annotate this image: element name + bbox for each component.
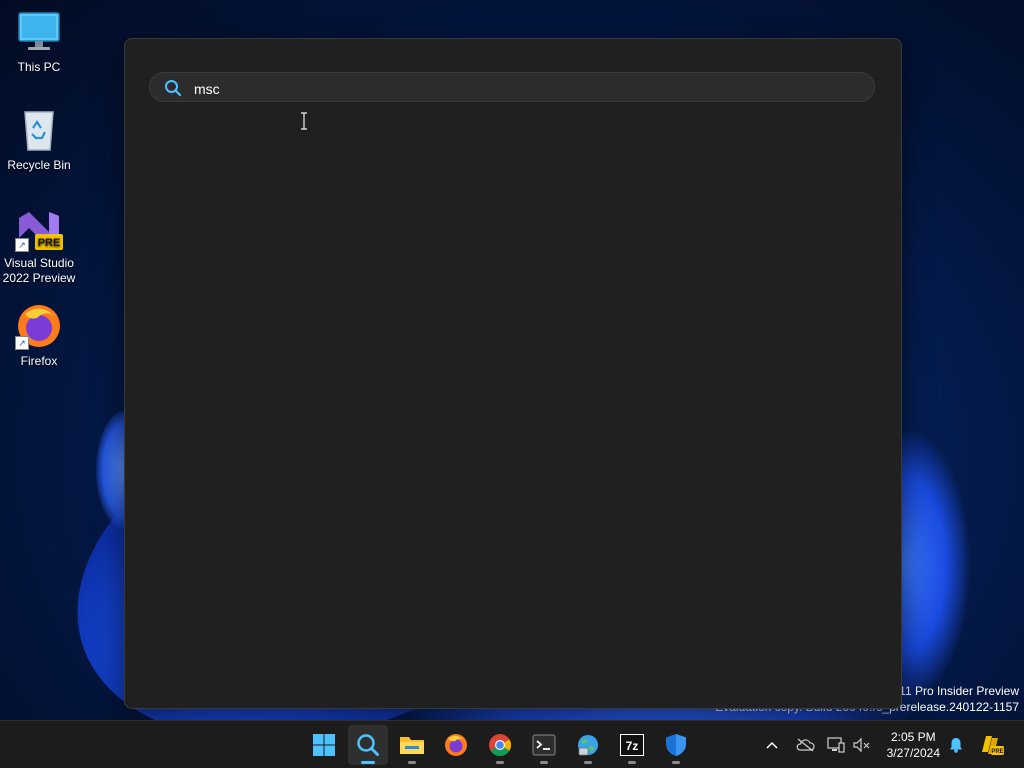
running-indicator <box>672 761 680 764</box>
chrome-icon <box>489 734 511 756</box>
clock[interactable]: 2:05 PM 3/27/2024 <box>887 729 940 761</box>
svg-text:7z: 7z <box>626 739 639 753</box>
taskbar-defender[interactable] <box>656 725 696 765</box>
taskbar-file-explorer[interactable] <box>392 725 432 765</box>
desktop-icon-this-pc[interactable]: This PC <box>0 8 78 75</box>
7zip-icon: 7z <box>620 734 644 756</box>
running-indicator <box>540 761 548 764</box>
svg-text:PRE: PRE <box>38 237 61 249</box>
running-indicator <box>628 761 636 764</box>
running-indicator <box>584 761 592 764</box>
taskbar: 7z 2:05 PM 3/27/2024 PRE <box>0 720 1024 768</box>
taskbar-7zip[interactable]: 7z <box>612 725 652 765</box>
start-button[interactable] <box>304 725 344 765</box>
search-icon <box>164 79 182 97</box>
windows-logo-icon <box>313 734 335 756</box>
notification-button[interactable] <box>946 721 966 768</box>
desktop-icon-label: Firefox <box>20 354 58 368</box>
search-panel <box>124 38 902 709</box>
active-indicator <box>361 761 375 764</box>
search-icon <box>357 734 379 756</box>
globe-icon <box>578 735 598 756</box>
network-icon <box>827 737 845 753</box>
firefox-icon: ↗ <box>15 302 63 350</box>
desktop-icon-label: This PC <box>17 60 61 74</box>
recycle-bin-icon <box>15 106 63 154</box>
text-cursor-icon <box>299 112 309 130</box>
cloud-offline-icon <box>796 738 815 752</box>
desktop-icon-firefox[interactable]: ↗ Firefox <box>0 302 78 369</box>
taskbar-firefox[interactable] <box>436 725 476 765</box>
visual-studio-icon: PRE ↗ <box>15 204 63 252</box>
shield-icon <box>666 734 686 756</box>
taskbar-network-app[interactable] <box>568 725 608 765</box>
shortcut-arrow-icon: ↗ <box>15 336 29 350</box>
taskbar-chrome[interactable] <box>480 725 520 765</box>
desktop-icon-label: Recycle Bin <box>7 158 71 172</box>
tray-overflow-button[interactable] <box>760 721 784 768</box>
search-input[interactable] <box>192 78 856 100</box>
folder-icon <box>400 737 424 754</box>
speaker-muted-icon <box>853 737 870 753</box>
tray-onedrive-button[interactable] <box>792 721 818 768</box>
taskbar-terminal[interactable] <box>524 725 564 765</box>
shortcut-arrow-icon: ↗ <box>15 238 29 252</box>
tray-network-button[interactable] <box>824 721 848 768</box>
running-indicator <box>408 761 416 764</box>
svg-text:PRE: PRE <box>991 749 1003 755</box>
copilot-icon: PRE <box>982 736 1004 755</box>
desktop-icon-label: Visual Studio 2022 Preview <box>2 256 76 285</box>
tray-volume-button[interactable] <box>850 721 874 768</box>
terminal-icon <box>532 734 556 756</box>
clock-date: 3/27/2024 <box>886 746 940 760</box>
bell-icon <box>950 738 962 753</box>
running-indicator <box>496 761 504 764</box>
firefox-icon <box>445 734 467 756</box>
copilot-button[interactable]: PRE <box>978 721 1006 768</box>
monitor-icon <box>15 8 63 56</box>
taskbar-search-button[interactable] <box>348 725 388 765</box>
desktop-icon-recycle-bin[interactable]: Recycle Bin <box>0 106 78 173</box>
search-box[interactable] <box>149 72 875 130</box>
clock-time: 2:05 PM <box>890 730 936 744</box>
desktop: This PC Recycle Bin PRE ↗ Visual Studio … <box>0 0 1024 768</box>
chevron-up-icon <box>766 741 778 749</box>
desktop-icon-visual-studio[interactable]: PRE ↗ Visual Studio 2022 Preview <box>0 204 78 286</box>
